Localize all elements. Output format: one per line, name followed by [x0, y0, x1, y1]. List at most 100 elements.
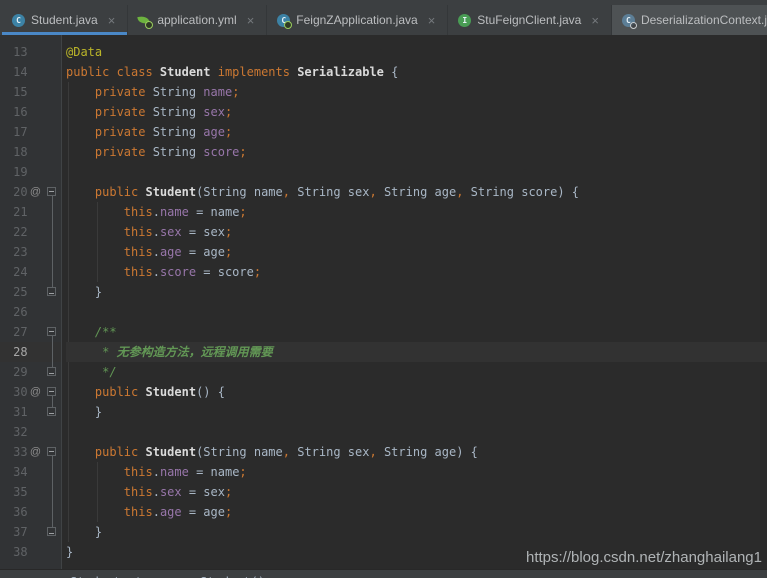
gutter-row[interactable]: 38: [0, 542, 61, 562]
code-line-24[interactable]: this.score = score;: [66, 262, 767, 282]
code-token: age: [160, 505, 182, 519]
code-line-14[interactable]: public class Student implements Serializ…: [66, 62, 767, 82]
code-line-30[interactable]: public Student() {: [66, 382, 767, 402]
gutter-row[interactable]: 15: [0, 82, 61, 102]
gutter-row[interactable]: 14: [0, 62, 61, 82]
code-line-13[interactable]: @Data: [66, 42, 767, 62]
code-token: {: [391, 65, 398, 79]
code-token: Student: [145, 385, 196, 399]
tab-student-java[interactable]: CStudent.java×: [2, 5, 128, 35]
code-token: 无参构造方法，远程调用需要: [117, 345, 273, 359]
icon-letter: C: [12, 14, 25, 27]
code-token: }: [66, 285, 102, 299]
close-tab-icon[interactable]: ×: [106, 14, 118, 27]
code-token: ;: [225, 505, 232, 519]
code-line-23[interactable]: this.age = age;: [66, 242, 767, 262]
tab-label: StuFeignClient.java: [477, 13, 581, 27]
code-line-25[interactable]: }: [66, 282, 767, 302]
line-number: 24: [0, 262, 28, 282]
code-area[interactable]: @Datapublic class Student implements Ser…: [62, 35, 767, 569]
tab-application-yml[interactable]: application.yml×: [128, 5, 267, 35]
code-line-15[interactable]: private String name;: [66, 82, 767, 102]
close-tab-icon[interactable]: ×: [426, 14, 438, 27]
code-line-33[interactable]: public Student(String name, String sex, …: [66, 442, 767, 462]
code-token: name: [160, 205, 189, 219]
code-line-16[interactable]: private String sex;: [66, 102, 767, 122]
fold-start-icon[interactable]: [47, 327, 56, 336]
gutter-row[interactable]: 16: [0, 102, 61, 122]
fold-column: [43, 42, 61, 62]
code-token: age: [160, 245, 182, 259]
tab-feignzapplication-java[interactable]: CFeignZApplication.java×: [267, 5, 448, 35]
code-token: ;: [239, 465, 246, 479]
line-number: 32: [0, 422, 28, 442]
code-token: private: [95, 145, 153, 159]
tab-label: FeignZApplication.java: [296, 13, 417, 27]
code-line-35[interactable]: this.sex = sex;: [66, 482, 767, 502]
code-token: Serializable: [297, 65, 391, 79]
code-token: ;: [239, 205, 246, 219]
gutter-row[interactable]: 19: [0, 162, 61, 182]
code-token: ;: [254, 265, 261, 279]
code-line-21[interactable]: this.name = name;: [66, 202, 767, 222]
fold-region-line: [52, 336, 53, 368]
fold-end-icon[interactable]: [47, 287, 56, 296]
code-token: = name: [189, 205, 240, 219]
fold-start-icon[interactable]: [47, 447, 56, 456]
line-number: 29: [0, 362, 28, 382]
code-token: public: [95, 185, 146, 199]
fold-start-icon[interactable]: [47, 387, 56, 396]
code-token: ,: [369, 445, 376, 459]
code-token: ;: [239, 145, 246, 159]
fold-column: [43, 422, 61, 442]
code-line-22[interactable]: this.sex = sex;: [66, 222, 767, 242]
code-token: sex: [160, 225, 182, 239]
tab-deserializationcontext-ja[interactable]: CDeserializationContext.ja: [612, 5, 767, 35]
code-line-17[interactable]: private String age;: [66, 122, 767, 142]
gutter-row[interactable]: 18: [0, 142, 61, 162]
code-token: .: [153, 465, 160, 479]
code-token: [66, 205, 124, 219]
code-line-20[interactable]: public Student(String name, String sex, …: [66, 182, 767, 202]
code-token: }: [66, 405, 102, 419]
code-token: [66, 225, 124, 239]
code-token: score: [160, 265, 196, 279]
line-number: 19: [0, 162, 28, 182]
fold-start-icon[interactable]: [47, 187, 56, 196]
fold-end-icon[interactable]: [47, 367, 56, 376]
gutter-row[interactable]: 32: [0, 422, 61, 442]
code-token: public: [95, 445, 146, 459]
code-line-32[interactable]: [66, 422, 767, 442]
gutter-row[interactable]: 26: [0, 302, 61, 322]
code-line-36[interactable]: this.age = age;: [66, 502, 767, 522]
code-token: [66, 325, 95, 339]
class-icon: C: [12, 14, 25, 27]
code-line-28[interactable]: * 无参构造方法，远程调用需要: [66, 342, 767, 362]
code-line-26[interactable]: [66, 302, 767, 322]
gutter-row[interactable]: 13: [0, 42, 61, 62]
code-line-27[interactable]: /**: [66, 322, 767, 342]
code-token: sex: [203, 105, 225, 119]
line-number: 38: [0, 542, 28, 562]
code-line-29[interactable]: */: [66, 362, 767, 382]
line-number: 37: [0, 522, 28, 542]
code-line-37[interactable]: }: [66, 522, 767, 542]
code-token: () {: [196, 385, 225, 399]
code-line-19[interactable]: [66, 162, 767, 182]
tab-stufeignclient-java[interactable]: IStuFeignClient.java×: [448, 5, 612, 35]
fold-column: [43, 302, 61, 322]
gutter-row[interactable]: 17: [0, 122, 61, 142]
code-token: ;: [225, 485, 232, 499]
code-line-34[interactable]: this.name = name;: [66, 462, 767, 482]
code-token: [66, 485, 124, 499]
code-line-18[interactable]: private String score;: [66, 142, 767, 162]
close-tab-icon[interactable]: ×: [245, 14, 257, 27]
code-token: implements: [218, 65, 297, 79]
fold-end-icon[interactable]: [47, 527, 56, 536]
code-token: String score: [463, 185, 557, 199]
close-tab-icon[interactable]: ×: [589, 14, 601, 27]
code-line-31[interactable]: }: [66, 402, 767, 422]
decompiled-class-icon: C: [622, 14, 635, 27]
fold-end-icon[interactable]: [47, 407, 56, 416]
code-token: name: [203, 85, 232, 99]
